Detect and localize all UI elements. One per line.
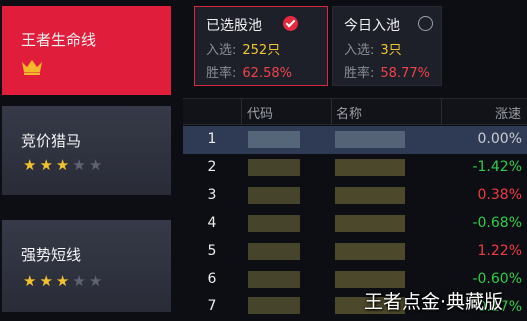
star-icon: ★ (39, 272, 53, 290)
rating-stars: ★ ★ ★ ★ ★ (23, 157, 102, 173)
stock-code-masked (248, 131, 300, 148)
column-header-name[interactable]: 名称 (336, 103, 362, 122)
rating-stars: ★ ★ ★ ★ ★ (23, 273, 102, 289)
table-row[interactable]: 5 1.22% (183, 238, 527, 266)
row-rank: 2 (207, 159, 217, 175)
stock-code-masked (248, 243, 300, 260)
strategy-card-title: 竞价猎马 (21, 132, 82, 150)
crown-icon (22, 60, 42, 75)
stock-name-masked (335, 159, 405, 176)
row-rank: 6 (207, 271, 217, 287)
row-rank: 1 (207, 131, 217, 147)
pool-count-row: 入选: 252只 (206, 39, 280, 58)
star-icon: ★ (55, 156, 70, 174)
change-value: 1.22% (477, 243, 522, 259)
stock-code-masked (248, 297, 300, 314)
row-rank: 3 (207, 187, 217, 203)
stock-code-masked (248, 187, 300, 204)
pool-win-row: 胜率: 58.77% (344, 62, 430, 81)
stock-name-masked (335, 215, 405, 232)
today-pool-tab[interactable]: 今日入池 入选: 3只 胜率: 58.77% (332, 6, 442, 86)
table-header: 代码 名称 涨速 (183, 98, 527, 125)
column-divider (441, 99, 442, 125)
star-icon: ★ (55, 272, 70, 290)
stock-name-masked (335, 271, 405, 288)
pool-title: 今日入池 (344, 18, 400, 34)
app-watermark: 王者点金·典藏版 (364, 291, 504, 313)
column-header-code[interactable]: 代码 (247, 103, 273, 122)
pool-count-row: 入选: 3只 (344, 39, 402, 58)
pool-win-value: 58.77% (380, 66, 430, 81)
pool-win-value: 62.58% (242, 66, 292, 81)
strategy-card-title: 强势短线 (21, 246, 82, 264)
stock-code-masked (248, 215, 300, 232)
selected-pool-tab[interactable]: 已选股池 入选: 252只 胜率: 62.58% (194, 6, 328, 86)
star-icon: ★ (88, 156, 103, 174)
column-divider (331, 99, 332, 125)
strategy-card-qiangshi[interactable]: 强势短线 ★ ★ ★ ★ ★ (2, 220, 171, 312)
star-icon: ★ (23, 156, 37, 174)
pool-count-value: 252只 (242, 43, 281, 58)
pool-win-label: 胜率: (206, 66, 237, 81)
pool-win-row: 胜率: 62.58% (206, 62, 292, 81)
table-row[interactable]: 1 0.00% (183, 126, 527, 154)
stock-code-masked (248, 159, 300, 176)
star-icon: ★ (72, 156, 86, 174)
column-header-change[interactable]: 涨速 (495, 103, 521, 122)
change-value: -0.60% (472, 271, 522, 287)
pool-count-value: 3只 (380, 43, 402, 58)
table-row[interactable]: 2 -1.42% (183, 154, 527, 182)
change-value: -0.68% (472, 215, 522, 231)
pool-win-label: 胜率: (344, 66, 375, 81)
pool-count-label: 入选: (206, 43, 237, 58)
change-value: 0.38% (477, 187, 522, 203)
row-rank: 5 (207, 243, 217, 259)
table-row[interactable]: 3 0.38% (183, 182, 527, 210)
change-value: 0.00% (477, 131, 522, 147)
strategy-card-title: 王者生命线 (21, 31, 97, 49)
strategy-card-wangzhe[interactable]: 王者生命线 (2, 6, 171, 95)
stock-name-masked (335, 187, 405, 204)
stock-name-masked (335, 243, 405, 260)
table-row[interactable]: 4 -0.68% (183, 210, 527, 238)
star-icon: ★ (39, 156, 53, 174)
stock-code-masked (248, 271, 300, 288)
unchecked-icon (418, 16, 433, 31)
change-value: -1.42% (472, 159, 522, 175)
checked-icon (283, 16, 298, 31)
row-rank: 4 (207, 215, 217, 231)
star-icon: ★ (88, 272, 103, 290)
star-icon: ★ (72, 272, 86, 290)
row-rank: 7 (207, 298, 217, 314)
pool-title: 已选股池 (206, 18, 262, 34)
star-icon: ★ (23, 272, 37, 290)
stock-name-masked (335, 131, 405, 148)
pool-count-label: 入选: (344, 43, 375, 58)
column-divider (241, 99, 242, 125)
strategy-card-jingjia[interactable]: 竞价猎马 ★ ★ ★ ★ ★ (2, 106, 171, 195)
